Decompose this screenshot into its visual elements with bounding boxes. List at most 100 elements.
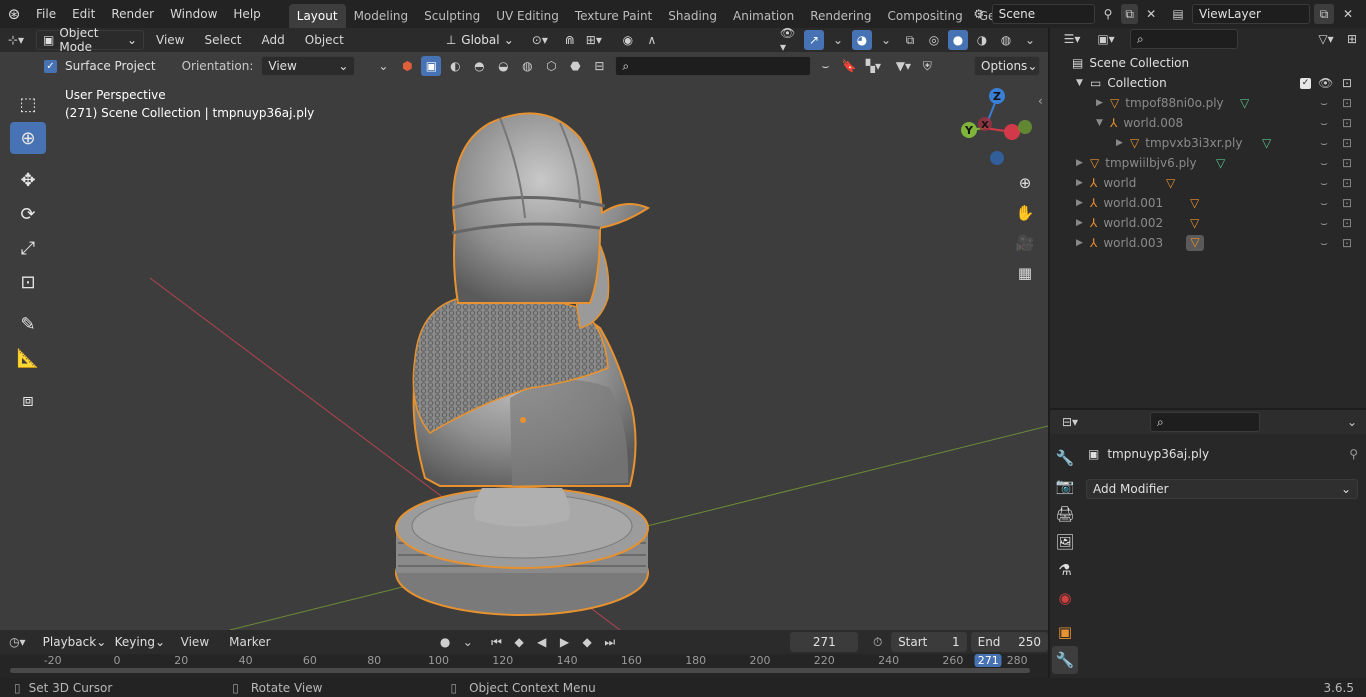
object-tab-icon[interactable]: ▣ <box>1052 618 1078 646</box>
gizmo-dropdown-icon[interactable]: ⌄ <box>828 30 848 50</box>
render-tab-icon[interactable]: 📷 <box>1052 472 1078 500</box>
outliner-row-world[interactable]: ▶ ⅄ world ▽ ⌣ ⊡ <box>1050 173 1366 193</box>
tab-animation[interactable]: Animation <box>725 4 802 28</box>
scene-tab-icon[interactable]: ⚗ <box>1052 556 1078 584</box>
eye-icon[interactable]: 👁 <box>1318 76 1333 90</box>
cursor-tool-icon[interactable]: ⊕ <box>10 122 46 154</box>
properties-options-icon[interactable]: ⌄ <box>1342 412 1362 432</box>
shading-mode-icon-5[interactable]: ⬡ <box>541 56 561 76</box>
render-camera-icon[interactable]: ⊡ <box>1342 236 1352 250</box>
properties-search-input[interactable]: ⌕ <box>1150 412 1260 432</box>
select-tool-icon[interactable]: ⬚ <box>10 88 46 120</box>
zoom-icon[interactable]: ⊕ <box>1012 170 1038 196</box>
orientation-dropdown[interactable]: View ⌄ <box>261 56 356 76</box>
blender-logo-icon[interactable]: ⊛ <box>0 5 28 23</box>
3d-viewport[interactable]: ⊹▾ ▣ Object Mode ⌄ View Select Add Objec… <box>0 28 1048 630</box>
gizmo-toggle-icon[interactable]: ↗ <box>804 30 824 50</box>
move-tool-icon[interactable]: ✥ <box>10 164 46 196</box>
end-frame-field[interactable]: End 250 <box>970 632 1049 652</box>
playhead-frame-label[interactable]: 271 <box>974 654 1002 667</box>
render-camera-icon[interactable]: ⊡ <box>1342 196 1352 210</box>
viewport-menu-view[interactable]: View <box>148 28 192 52</box>
prev-keyframe-icon[interactable]: ◆ <box>510 632 529 652</box>
eye-icon[interactable]: ⌣ <box>1320 156 1328 171</box>
playback-dropdown[interactable]: Playback ⌄ <box>37 632 107 652</box>
falloff-icon[interactable]: ∧ <box>642 30 662 50</box>
play-icon[interactable]: ▶ <box>555 632 574 652</box>
visibility-icon[interactable]: 👁▾ <box>780 28 800 54</box>
new-view-layer-icon[interactable]: ⧉ <box>1314 4 1334 24</box>
layout-icon[interactable]: ▚▾ <box>863 56 883 76</box>
transform-orientation-dropdown[interactable]: ⊥ Global ⌄ <box>440 30 520 50</box>
scene-selector[interactable]: ⚙ Scene ⚲ ⧉ ✕ <box>970 4 1160 24</box>
transform-tool-icon[interactable]: ⊡ <box>10 266 46 298</box>
rotate-tool-icon[interactable]: ⟳ <box>10 198 46 230</box>
grid-perspective-icon[interactable]: ▦ <box>1012 260 1038 286</box>
outliner-row-scene-collection[interactable]: ▤ Scene Collection <box>1050 53 1366 73</box>
menu-render[interactable]: Render <box>103 0 162 28</box>
add-modifier-dropdown[interactable]: Add Modifier ⌄ <box>1086 479 1358 499</box>
proportional-edit-icon[interactable]: ◉ <box>618 30 638 50</box>
render-camera-icon[interactable]: ⊡ <box>1342 76 1352 90</box>
eye-icon[interactable]: ⌣ <box>1320 216 1328 231</box>
menu-window[interactable]: Window <box>162 0 225 28</box>
view-layer-tab-icon[interactable]: 🖼 <box>1052 528 1078 556</box>
navigation-gizmo[interactable]: Z Y X <box>955 86 1035 168</box>
outliner-row-tmpof88ni0o[interactable]: ▶ ▽ tmpof88ni0o.ply ▽ ⌣ ⊡ <box>1050 93 1366 113</box>
pin-icon[interactable]: ⚲ <box>1349 447 1358 461</box>
new-collection-icon[interactable]: ⊞ <box>1342 29 1362 49</box>
tab-sculpting[interactable]: Sculpting <box>416 4 488 28</box>
bookmark-icon[interactable]: 🔖 <box>839 56 859 76</box>
expand-arrow-icon[interactable]: ▼ <box>1096 118 1110 128</box>
outliner-row-tmpvxb3i3xr[interactable]: ▶ ▽ tmpvxb3i3xr.ply ▽ ⌣ ⊡ <box>1050 133 1366 153</box>
tool-search-input[interactable]: ⌕ <box>615 56 812 76</box>
view-layer-name-field[interactable]: ViewLayer <box>1192 4 1310 24</box>
eye-icon[interactable]: ⌣ <box>1320 116 1328 131</box>
filter-icon[interactable]: ▼▾ <box>893 56 913 76</box>
color-cube-icon[interactable]: ⬢ <box>397 56 417 76</box>
outliner-row-tmpwiilbjv6[interactable]: ▶ ▽ tmpwiilbjv6.ply ▽ ⌣ ⊡ <box>1050 153 1366 173</box>
eye-icon[interactable]: ⌣ <box>1320 176 1328 191</box>
delete-view-layer-icon[interactable]: ✕ <box>1338 4 1358 24</box>
view-layer-selector[interactable]: ▤ ViewLayer ⧉ ✕ <box>1168 4 1364 24</box>
editor-type-icon[interactable]: ⊹▾ <box>6 30 26 50</box>
new-scene-icon[interactable]: ⧉ <box>1120 4 1139 24</box>
render-camera-icon[interactable]: ⊡ <box>1342 116 1352 130</box>
delete-scene-icon[interactable]: ✕ <box>1142 4 1160 24</box>
measure-tool-icon[interactable]: 📐 <box>10 342 46 374</box>
shading-mode-icon-2[interactable]: ◓ <box>469 56 489 76</box>
timeline-ruler[interactable]: -20 0 20 40 60 80 100 120 140 160 180 200 220 240 260 2… <box>0 654 1048 678</box>
expand-arrow-icon[interactable]: ▶ <box>1116 138 1130 148</box>
options-dropdown[interactable]: Options ⌄ <box>974 56 1040 76</box>
display-mode-icon[interactable]: ▣▾ <box>1096 29 1116 49</box>
bust-model[interactable] <box>395 112 651 616</box>
timeline-menu-view[interactable]: View <box>173 630 217 654</box>
outliner-row-world-001[interactable]: ▶ ⅄ world.001 ▽ ⌣ ⊡ <box>1050 193 1366 213</box>
modifier-tab-icon[interactable]: 🔧 <box>1052 646 1078 674</box>
expand-arrow-icon[interactable]: ▶ <box>1076 198 1090 208</box>
overlay-dropdown-icon[interactable]: ⌄ <box>876 30 896 50</box>
expand-arrow-icon[interactable]: ▼ <box>1076 78 1090 88</box>
expand-arrow-icon[interactable]: ▶ <box>1076 218 1090 228</box>
xray-icon[interactable]: ⧉ <box>900 30 920 50</box>
tab-compositing[interactable]: Compositing <box>879 4 970 28</box>
outliner-row-collection[interactable]: ▼ ▭ Collection ✓ 👁 ⊡ <box>1050 73 1366 93</box>
shading-mode-icon-7[interactable]: ⊟ <box>589 56 609 76</box>
next-keyframe-icon[interactable]: ◆ <box>578 632 597 652</box>
expand-arrow-icon[interactable]: ▶ <box>1076 178 1090 188</box>
shading-mode-icon-4[interactable]: ◍ <box>517 56 537 76</box>
solid-shading-icon[interactable]: ● <box>948 30 968 50</box>
timeline-scrollbar[interactable] <box>10 668 1030 673</box>
expand-arrow-icon[interactable]: ▶ <box>1096 98 1110 108</box>
start-frame-field[interactable]: Start 1 <box>891 632 967 652</box>
shield-icon[interactable]: ⛨ <box>917 56 937 76</box>
world-tab-icon[interactable]: ◉ <box>1052 584 1078 612</box>
record-dropdown-icon[interactable]: ⌄ <box>459 632 478 652</box>
outliner-editor-type-icon[interactable]: ☰▾ <box>1062 29 1082 49</box>
menu-file[interactable]: File <box>28 0 64 28</box>
eye-icon[interactable]: ⌣ <box>1320 236 1328 251</box>
outliner-row-world-002[interactable]: ▶ ⅄ world.002 ▽ ⌣ ⊡ <box>1050 213 1366 233</box>
output-tab-icon[interactable]: 🖨 <box>1052 500 1078 528</box>
annotate-tool-icon[interactable]: ✎ <box>10 308 46 340</box>
timeline-menu-marker[interactable]: Marker <box>221 630 278 654</box>
